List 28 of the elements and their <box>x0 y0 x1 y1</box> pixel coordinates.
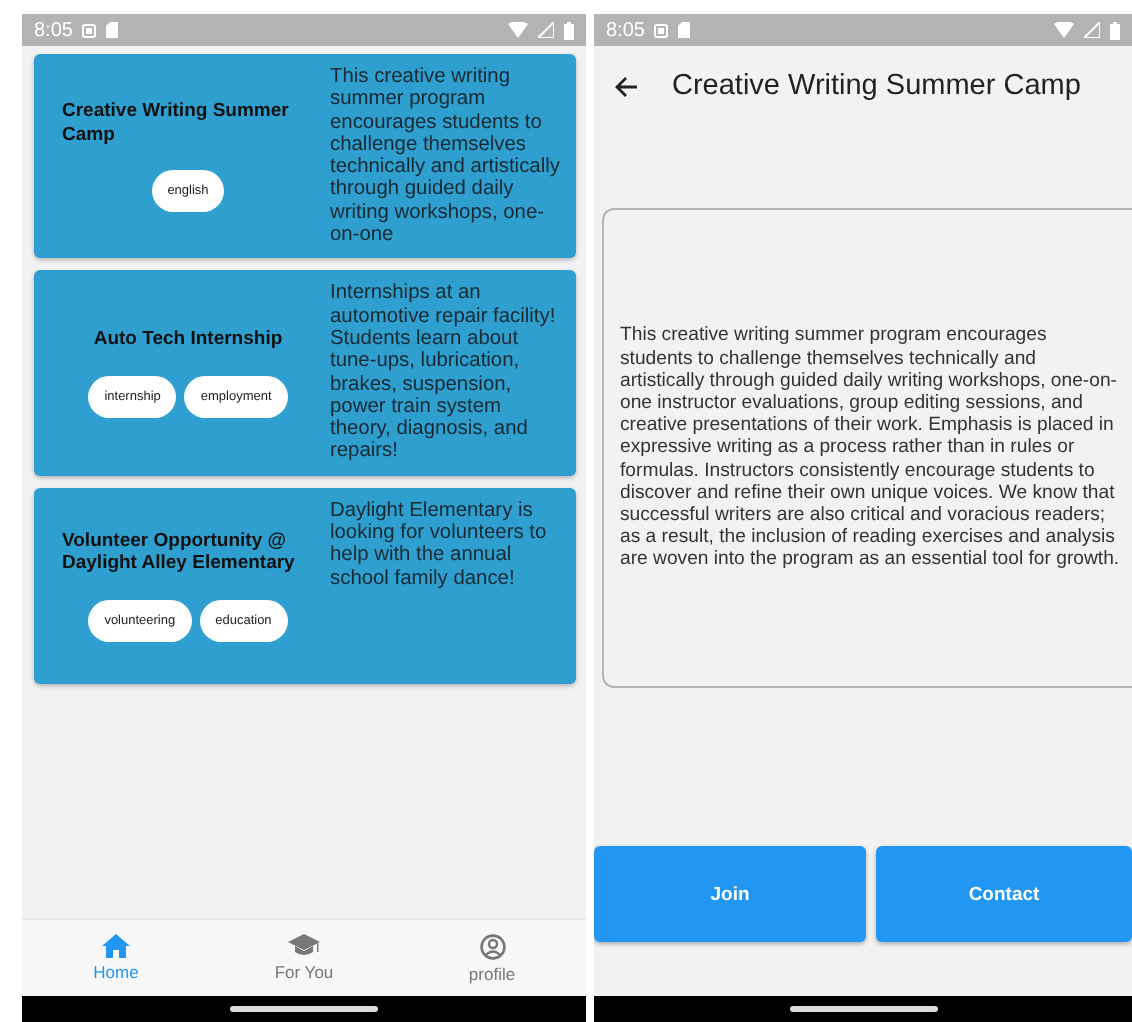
wifi-icon <box>1054 22 1074 38</box>
notification-icon <box>654 23 669 37</box>
back-arrow-icon <box>614 75 638 97</box>
card-description: This creative writing summer program encourages students to challenge themselves technically and artistically through guided daily writing workshops, one-on-one <box>328 66 562 247</box>
battery-icon <box>1110 21 1120 39</box>
card-title: Volunteer Opportunity @ Daylight Alley Elementary <box>62 529 297 576</box>
battery-icon <box>564 21 574 39</box>
notification-icon <box>82 23 97 37</box>
card-description: Daylight Elementary is looking for volunteers to help with the annual school family dance! <box>328 499 549 594</box>
signal-icon <box>1084 22 1100 38</box>
screen-title: Creative Writing Summer Camp <box>672 70 1081 102</box>
home-icon <box>102 934 130 958</box>
signal-icon <box>538 22 554 38</box>
sd-card-icon <box>106 22 119 38</box>
profile-icon <box>479 933 505 959</box>
nav-tab[interactable]: For You <box>210 920 398 996</box>
card-description: Internships at an automotive repair facility! Students learn about tune-ups, lubrication, brakes, suspension, power train system theory, diagnosis, and repairs! <box>328 282 558 464</box>
status-time: 8:05 <box>34 19 73 41</box>
card-title: Creative Writing Summer Camp <box>62 100 291 147</box>
status-time: 8:05 <box>606 19 645 41</box>
graduation-cap-icon <box>288 934 320 958</box>
sd-card-icon <box>678 22 691 38</box>
wifi-icon <box>508 22 528 38</box>
description-text: This creative writing summer program encourages students to challenge themselves technically and artistically through guided daily writing workshops, one-on-one instructor evaluations, group editing sessions, and creative presentations of their work. Emphasis is placed in expressive writing as a process rather than in rules or formulas. Instructors consistently encourage students to discover and refine their own unique voices. We know that successful writers are also critical and voracious readers; as a result, the inclusion of reading exercises and analysis are woven into the program as an essential tool for growth. <box>620 324 1120 572</box>
card-title: Auto Tech Internship <box>93 328 283 352</box>
back-button[interactable] <box>614 75 638 97</box>
opportunity-card[interactable] <box>34 270 576 476</box>
nav-tab[interactable]: profile <box>398 920 586 996</box>
